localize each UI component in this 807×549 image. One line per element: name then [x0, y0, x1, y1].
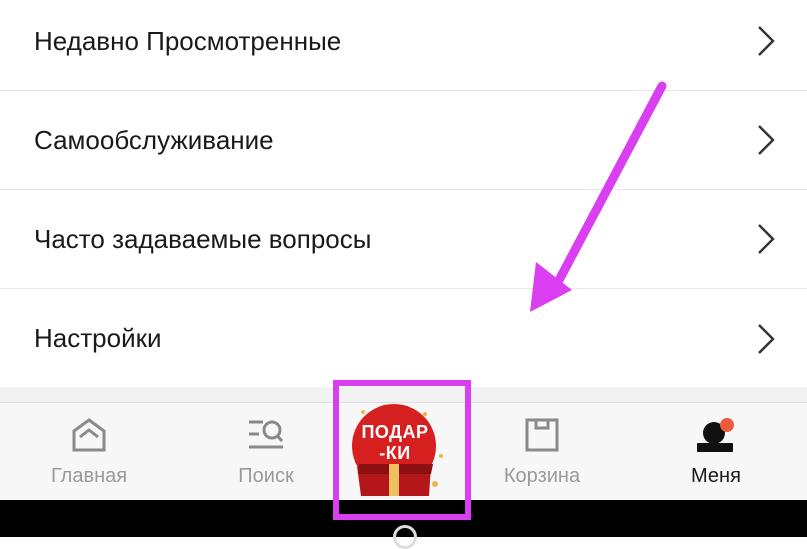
tab-label: Корзина	[503, 465, 581, 487]
home-nav-button[interactable]	[393, 525, 417, 549]
chevron-right-icon	[758, 26, 775, 56]
menu-item-settings[interactable]: Настройки	[0, 289, 807, 388]
cart-bag-icon	[525, 418, 559, 452]
menu-item-recently-viewed[interactable]: Недавно Просмотренные	[0, 0, 807, 91]
menu-item-label: Настройки	[34, 323, 162, 353]
tab-label: Меня	[691, 465, 741, 487]
menu-item-faq[interactable]: Часто задаваемые вопросы	[0, 190, 807, 289]
tab-search[interactable]: Поиск	[186, 403, 346, 501]
tab-label: Поиск	[238, 465, 294, 487]
annotation-highlight-box	[333, 380, 471, 520]
menu-item-label: Самообслуживание	[34, 124, 274, 155]
tab-cart[interactable]: Корзина	[462, 403, 622, 501]
chevron-right-icon	[758, 224, 775, 254]
menu-item-label: Часто задаваемые вопросы	[34, 223, 372, 254]
tab-home[interactable]: Главная	[9, 403, 169, 501]
profile-icon	[697, 418, 734, 452]
menu-item-self-service[interactable]: Самообслуживание	[0, 91, 807, 190]
tab-profile[interactable]: Меня	[636, 403, 796, 501]
search-list-icon	[249, 420, 284, 449]
home-icon	[72, 418, 106, 452]
chevron-right-icon	[758, 323, 775, 354]
tab-label: Главная	[50, 465, 128, 487]
chevron-right-icon	[758, 125, 775, 155]
menu-item-label: Недавно Просмотренные	[34, 25, 342, 56]
